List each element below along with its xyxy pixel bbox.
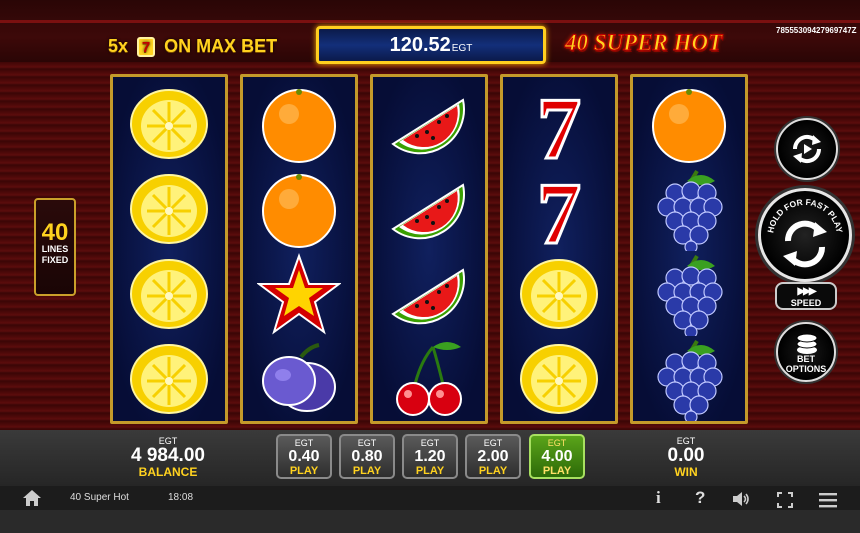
plum-icon bbox=[257, 337, 341, 421]
win-display: EGT 0.00 WIN bbox=[646, 436, 726, 479]
clock: 18:08 bbox=[168, 492, 194, 503]
seven-icon: 7 bbox=[517, 165, 601, 265]
lemon-icon bbox=[127, 167, 211, 251]
grapes-icon bbox=[647, 252, 731, 339]
credit-display: 120.52 EGT bbox=[316, 26, 546, 64]
bet-amount: 0.80 bbox=[351, 448, 383, 465]
watermelon-icon bbox=[387, 82, 471, 166]
seven-badge-icon: 7 bbox=[137, 37, 156, 58]
lemon-icon bbox=[127, 337, 211, 421]
bonus-multiplier: 5x bbox=[108, 36, 129, 56]
coins-icon bbox=[796, 333, 818, 354]
lines-label: LINES FIXED bbox=[36, 244, 74, 266]
credit-value: 120.52 bbox=[389, 33, 451, 56]
spin-icon bbox=[783, 220, 827, 268]
home-icon[interactable] bbox=[22, 489, 42, 507]
grapes-icon bbox=[647, 167, 731, 254]
bet-currency: EGT bbox=[483, 438, 503, 448]
bet-label: PLAY bbox=[478, 465, 508, 477]
bet-button-2[interactable]: EGT 0.80 PLAY bbox=[339, 434, 395, 479]
lemon-icon bbox=[517, 252, 601, 336]
speed-label: SPEED bbox=[790, 298, 822, 308]
footer-strip bbox=[0, 510, 860, 533]
cherries-icon bbox=[387, 337, 471, 421]
top-rim bbox=[0, 20, 860, 23]
svg-text:HOLD FOR FAST PLAY: HOLD FOR FAST PLAY bbox=[765, 197, 845, 234]
lines-indicator: 40 LINES FIXED bbox=[34, 198, 76, 296]
bet-label: PLAY bbox=[542, 465, 572, 477]
bet-label: PLAY bbox=[415, 465, 445, 477]
win-label: WIN bbox=[674, 465, 698, 479]
reel-5 bbox=[630, 74, 748, 424]
status-bar: 40 Super Hot 18:08 i ? bbox=[0, 486, 860, 510]
speed-button[interactable]: ▶▶▶ SPEED bbox=[775, 282, 837, 310]
lines-label-line1: LINES bbox=[41, 244, 69, 254]
star-icon bbox=[256, 252, 342, 336]
balance-display: EGT 4 984.00 BALANCE bbox=[118, 436, 218, 479]
lines-label-line2: FIXED bbox=[41, 255, 69, 265]
reel-1 bbox=[110, 74, 228, 424]
autoplay-button[interactable] bbox=[776, 118, 838, 180]
bet-amount: 2.00 bbox=[477, 448, 509, 465]
bet-options-label: BET OPTIONS bbox=[778, 354, 834, 374]
bet-label: PLAY bbox=[352, 465, 382, 477]
info-icon[interactable]: i bbox=[656, 488, 661, 508]
bonus-condition: ON MAX BET bbox=[164, 36, 278, 56]
game-stage: 5x 7 ON MAX BET 120.52 EGT 40 SUPER HOT … bbox=[0, 0, 860, 533]
reel-2 bbox=[240, 74, 358, 424]
bet-button-1[interactable]: EGT 0.40 PLAY bbox=[276, 434, 332, 479]
sound-icon[interactable] bbox=[731, 489, 751, 509]
spin-label-arc: HOLD FOR FAST PLAY bbox=[765, 197, 845, 268]
bet-amount: 0.40 bbox=[288, 448, 320, 465]
bet-currency: EGT bbox=[357, 438, 377, 448]
credit-currency: EGT bbox=[451, 42, 473, 54]
max-bet-bonus-label: 5x 7 ON MAX BET bbox=[108, 36, 278, 58]
lemon-icon bbox=[127, 252, 211, 336]
fullscreen-icon[interactable] bbox=[777, 490, 793, 510]
grapes-icon bbox=[647, 337, 731, 424]
fast-forward-icon: ▶▶▶ bbox=[797, 286, 816, 297]
bet-button-3[interactable]: EGT 1.20 PLAY bbox=[402, 434, 458, 479]
reel-3 bbox=[370, 74, 488, 424]
game-name: 40 Super Hot bbox=[70, 492, 129, 503]
orange-icon bbox=[257, 82, 341, 166]
orange-icon bbox=[257, 167, 341, 251]
menu-icon[interactable] bbox=[819, 490, 837, 510]
reel-4: 77 bbox=[500, 74, 618, 424]
bet-button-4[interactable]: EGT 2.00 PLAY bbox=[465, 434, 521, 479]
balance-amount: 4 984.00 bbox=[131, 445, 205, 466]
game-logo: 40 SUPER HOT bbox=[564, 30, 723, 56]
bet-options-line1: BET bbox=[797, 354, 815, 364]
svg-text:7: 7 bbox=[537, 167, 581, 251]
orange-icon bbox=[647, 82, 731, 166]
spin-button[interactable]: HOLD FOR FAST PLAY bbox=[758, 188, 852, 282]
bet-currency: EGT bbox=[420, 438, 440, 448]
bet-amount: 4.00 bbox=[541, 448, 573, 465]
bet-options-button[interactable]: BET OPTIONS bbox=[776, 322, 836, 382]
bet-options-line2: OPTIONS bbox=[785, 364, 827, 374]
win-amount: 0.00 bbox=[667, 445, 705, 466]
bet-amount: 1.20 bbox=[414, 448, 446, 465]
bet-button-5[interactable]: EGT 4.00 PLAY bbox=[529, 434, 585, 479]
balance-label: BALANCE bbox=[138, 465, 198, 479]
svg-text:7: 7 bbox=[537, 82, 581, 166]
ticket-id: 78555309427969747Z bbox=[776, 26, 857, 35]
bet-label: PLAY bbox=[289, 465, 319, 477]
autoplay-icon bbox=[792, 134, 822, 164]
bet-currency: EGT bbox=[294, 438, 314, 448]
hold-fast-play-text: HOLD FOR FAST PLAY bbox=[765, 197, 845, 234]
watermelon-icon bbox=[387, 252, 471, 336]
bet-currency: EGT bbox=[547, 438, 567, 448]
help-icon[interactable]: ? bbox=[695, 488, 705, 508]
lines-count: 40 bbox=[41, 219, 69, 246]
lemon-icon bbox=[517, 337, 601, 421]
lemon-icon bbox=[127, 82, 211, 166]
watermelon-icon bbox=[387, 167, 471, 251]
seven-icon: 7 bbox=[517, 80, 601, 180]
